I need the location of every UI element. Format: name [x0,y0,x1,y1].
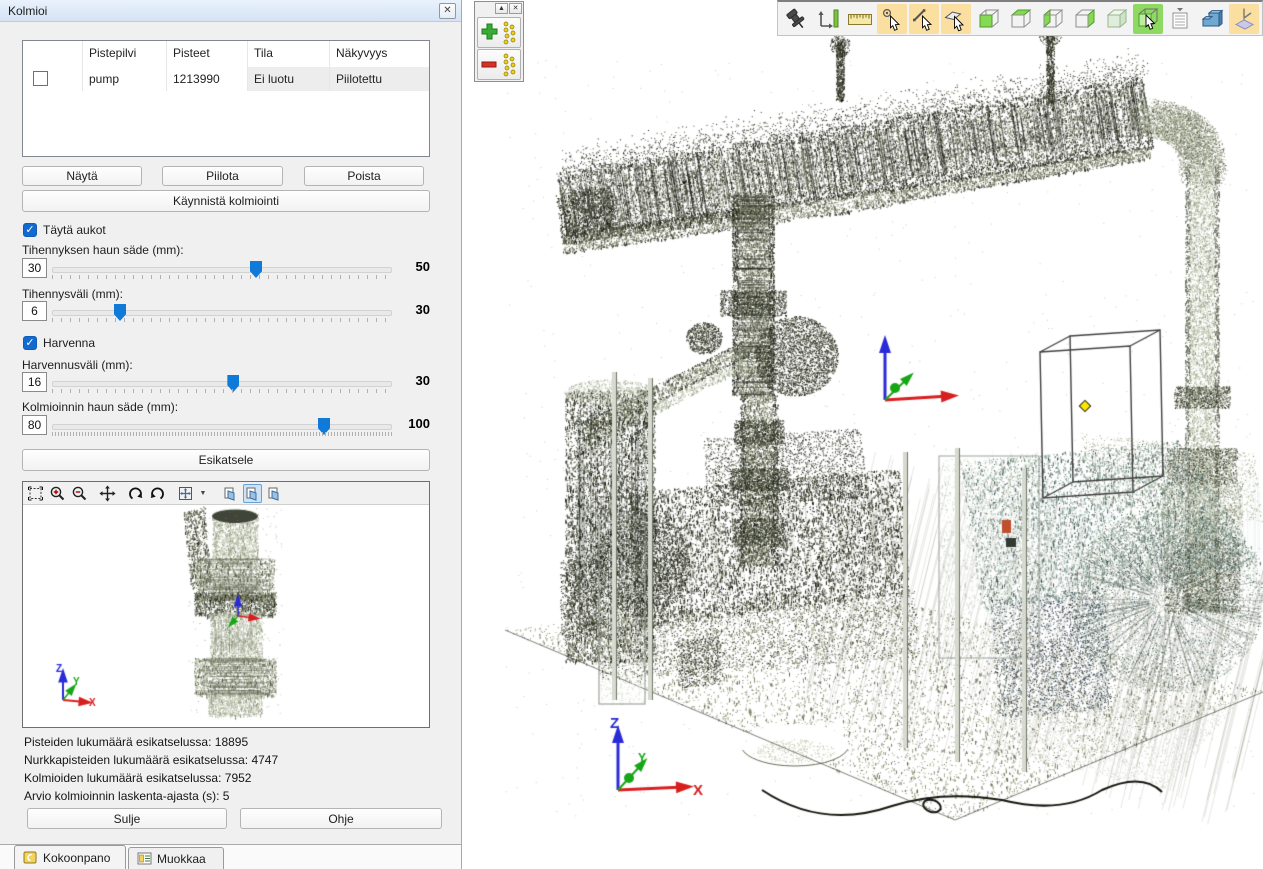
slider-label-0: Tihennyksen haun säde (mm): [22,243,184,257]
add-points-icon [479,19,519,46]
view-solid-icon[interactable] [1101,4,1131,34]
thin-out-checkbox[interactable]: ✓ [23,336,37,350]
slider-0-value[interactable]: 30 [22,258,47,278]
table-row[interactable]: pump 1213990 Ei luotu Piilotettu [23,67,429,91]
edit-form-icon [137,852,152,865]
zoom-extents-icon[interactable] [176,484,195,503]
view-left-icon[interactable] [1037,4,1067,34]
row-checkbox[interactable] [33,71,48,86]
stat-triangles: Kolmioiden lukumäärä esikatselussa: 7952 [24,771,251,785]
fill-holes-label: Täytä aukot [43,223,106,237]
ruler-icon[interactable] [845,4,875,34]
pan-icon[interactable] [98,484,117,503]
thin-out-option[interactable]: ✓ Harvenna [23,335,95,350]
main-3d-view[interactable] [462,0,1263,869]
triangulate-dialog: Kolmioi ✕ Pistepilvi Pisteet Tila Näkyvy… [0,0,462,869]
zoom-extents-dropdown-icon[interactable]: ▼ [198,490,208,497]
view-paste-special-icon[interactable] [265,484,284,503]
col-pistepilvi: Pistepilvi [83,41,167,67]
zoom-out-icon[interactable] [70,484,89,503]
slider-1-value[interactable]: 6 [22,301,47,321]
rotate-right-icon[interactable] [148,484,167,503]
slider-1-track[interactable] [52,310,392,316]
main-3d-area: ▲ ✕ [462,0,1263,869]
slider-0-track[interactable] [52,267,392,273]
mini-close-icon[interactable]: ✕ [509,3,522,14]
tab-kokoonpano[interactable]: Kokoonpano [14,845,126,869]
fill-holes-option[interactable]: ✓ Täytä aukot [23,222,106,237]
stat-estimate: Arvio kolmioinnin laskenta-ajasta (s): 5 [24,789,229,803]
col-check [23,41,83,67]
slider-1-max: 30 [394,302,430,317]
slider-0-max: 50 [394,259,430,274]
slider-2-max: 30 [394,373,430,388]
view-paste-icon[interactable] [243,484,262,503]
select-face-icon[interactable] [1133,4,1163,34]
dialog-title: Kolmioi [8,4,47,18]
slider-3-track[interactable] [52,424,392,430]
hide-button[interactable]: Piilota [162,166,283,186]
remove-button[interactable]: Poista [304,166,424,186]
table-header-row: Pistepilvi Pisteet Tila Näkyvyys [23,41,429,67]
iso-view-icon[interactable] [1197,4,1227,34]
help-button[interactable]: Ohje [240,808,442,829]
main-toolbar [777,0,1263,36]
view-front-icon[interactable] [973,4,1003,34]
cell-visibility: Piilotettu [330,67,429,91]
measure-icon[interactable] [813,4,843,34]
slider-1: 6 30 [22,301,430,327]
stat-corner-points: Nurkkapisteiden lukumäärä esikatselussa:… [24,753,278,767]
zoom-window-icon[interactable] [26,484,45,503]
collapse-icon[interactable]: ▲ [495,3,508,14]
slider-0: 30 50 [22,258,430,284]
cell-name: pump [83,67,167,91]
rotate-left-icon[interactable] [126,484,145,503]
tab-muokkaa[interactable]: Muokkaa [128,847,224,869]
view-copy-icon[interactable] [221,484,240,503]
fill-holes-checkbox[interactable]: ✓ [23,223,37,237]
snap-point-icon[interactable] [877,4,907,34]
cell-points: 1213990 [167,67,248,91]
preview-3d-view[interactable] [23,504,429,727]
view-right-icon[interactable] [1069,4,1099,34]
preview-button[interactable]: Esikatsele [22,449,430,471]
slider-3-max: 100 [394,416,430,431]
col-tila: Tila [248,41,330,67]
cell-state: Ei luotu [248,67,330,91]
pin-icon[interactable] [781,4,811,34]
snap-plane-icon[interactable] [941,4,971,34]
slider-label-2: Harvennusväli (mm): [22,358,133,372]
drawing-list-icon[interactable] [1165,4,1195,34]
slider-label-1: Tihennysväli (mm): [22,287,123,301]
preview-pane: ▼ [22,481,430,728]
stat-points: Pisteiden lukumäärä esikatselussa: 18895 [24,735,248,749]
slider-3-value[interactable]: 80 [22,415,47,435]
point-edit-mini-toolbar: ▲ ✕ [474,1,524,82]
start-triangulation-button[interactable]: Käynnistä kolmiointi [22,190,430,212]
col-pisteet: Pisteet [167,41,248,67]
slider-3: 80 100 [22,415,430,441]
dialog-titlebar[interactable]: Kolmioi ✕ [0,0,461,22]
slider-2-track[interactable] [52,381,392,387]
slider-2-value[interactable]: 16 [22,372,47,392]
snap-line-icon[interactable] [909,4,939,34]
remove-points-button[interactable] [477,49,521,80]
close-icon[interactable]: ✕ [439,3,456,19]
assembly-icon [23,851,38,864]
pointcloud-table: Pistepilvi Pisteet Tila Näkyvyys pump 12… [22,40,430,157]
view-top-icon[interactable] [1005,4,1035,34]
add-points-button[interactable] [477,17,521,48]
preview-toolbar: ▼ [23,482,429,505]
bottom-tab-bar: Kokoonpano Muokkaa [0,844,461,869]
show-button[interactable]: Näytä [22,166,142,186]
work-plane-icon[interactable] [1229,4,1259,34]
thin-out-label: Harvenna [43,336,95,350]
close-button[interactable]: Sulje [27,808,227,829]
slider-2: 16 30 [22,372,430,398]
remove-points-icon [479,51,519,78]
zoom-in-icon[interactable] [48,484,67,503]
slider-label-3: Kolmioinnin haun säde (mm): [22,400,178,414]
col-nakyvyys: Näkyvyys [330,41,429,67]
